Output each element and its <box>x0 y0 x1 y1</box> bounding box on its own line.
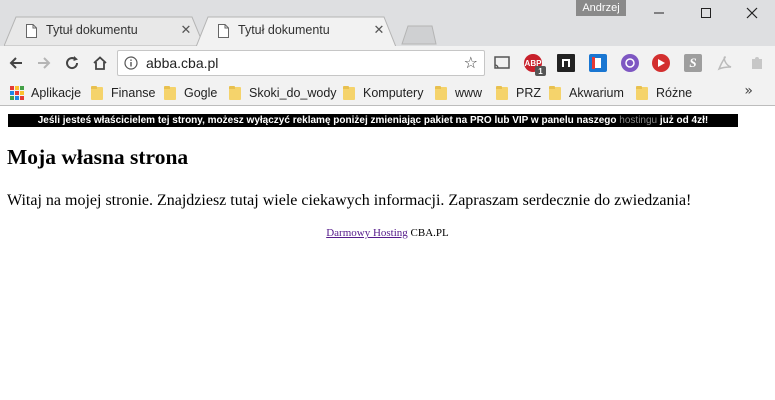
tab-2-active[interactable]: Tytuł dokumentu ✕ <box>196 16 396 47</box>
page-paragraph: Witaj na mojej stronie. Znajdziesz tutaj… <box>7 192 692 209</box>
cast-icon[interactable] <box>493 54 511 72</box>
bookmark-folder-komputery[interactable]: Komputery <box>343 84 423 102</box>
bookmark-label: PRZ <box>516 86 541 100</box>
ad-banner: Jeśli jesteś właścicielem tej strony, mo… <box>8 114 738 127</box>
title-bar: Andrzej Tytuł dokumentu ✕ Tytuł dokument… <box>0 0 775 47</box>
folder-icon <box>343 86 355 100</box>
folder-icon <box>164 86 176 100</box>
reload-button[interactable] <box>60 51 84 75</box>
back-button[interactable] <box>4 51 28 75</box>
new-tab-button[interactable] <box>398 16 438 46</box>
browser-chrome: Andrzej Tytuł dokumentu ✕ Tytuł dokument… <box>0 0 775 106</box>
bookmark-folder-prz[interactable]: PRZ <box>496 84 541 102</box>
folder-icon <box>496 86 508 100</box>
folder-icon <box>91 86 103 100</box>
info-icon[interactable] <box>124 56 138 70</box>
play-ext-icon[interactable] <box>652 54 670 72</box>
bookmark-folder-akwarium[interactable]: Akwarium <box>549 84 624 102</box>
tab-close-icon[interactable]: ✕ <box>179 24 193 38</box>
reload-icon <box>66 56 79 70</box>
home-icon <box>93 56 107 70</box>
address-bar[interactable]: abba.cba.pl ☆ <box>117 50 485 76</box>
s-ext-icon[interactable]: S <box>684 54 702 72</box>
pocket-icon[interactable] <box>589 54 607 72</box>
url-text[interactable]: abba.cba.pl <box>146 55 218 71</box>
profile-button[interactable]: Andrzej <box>576 0 626 16</box>
bookmark-label: Akwarium <box>569 86 624 100</box>
pdf-ext-icon[interactable] <box>716 54 734 72</box>
document-icon <box>218 24 229 38</box>
footer-brand: CBA.PL <box>410 227 449 239</box>
tab-title: Tytuł dokumentu <box>46 23 138 37</box>
bookmarks-overflow-button[interactable]: » <box>744 83 753 99</box>
footer: Darmowy Hosting CBA.PL <box>0 227 775 239</box>
tab-1[interactable]: Tytuł dokumentu ✕ <box>4 16 204 46</box>
minimize-button[interactable] <box>636 0 682 26</box>
hosting-link[interactable]: Darmowy Hosting <box>326 227 408 239</box>
circle-ext-icon[interactable] <box>621 54 639 72</box>
bookmark-label: www <box>455 86 483 100</box>
ad-hosting-link[interactable]: hostingu <box>619 115 657 126</box>
bookmark-label: Różne <box>656 86 693 100</box>
forward-button[interactable] <box>32 51 56 75</box>
home-button[interactable] <box>88 51 112 75</box>
apps-icon <box>10 86 24 100</box>
folder-icon <box>435 86 447 100</box>
bookmarks-bar: Aplikacje Finanse Gogle Skoki_do_wody Ko… <box>0 80 775 106</box>
new-tab-icon <box>401 25 437 45</box>
tab-close-icon[interactable]: ✕ <box>372 24 386 38</box>
bookmark-folder-www[interactable]: www <box>435 84 482 102</box>
puzzle-ext-icon[interactable] <box>748 54 766 72</box>
page-heading: Moja własna strona <box>7 145 189 169</box>
folder-icon <box>229 86 241 100</box>
back-arrow-icon <box>9 57 22 69</box>
bookmark-label: Finanse <box>111 86 156 100</box>
bookmark-label: Aplikacje <box>31 86 82 100</box>
bookmark-label: Gogle <box>184 86 218 100</box>
bookmark-folder-finanse[interactable]: Finanse <box>91 84 155 102</box>
maximize-icon <box>701 8 711 18</box>
bookmark-ext-icon[interactable] <box>557 54 575 72</box>
bookmark-label: Skoki_do_wody <box>249 86 337 100</box>
folder-icon <box>549 86 561 100</box>
maximize-button[interactable] <box>683 0 729 26</box>
forward-arrow-icon <box>38 57 51 69</box>
close-window-button[interactable] <box>729 0 775 26</box>
bookmark-folder-rozne[interactable]: Różne <box>636 84 692 102</box>
ad-text: Jeśli jesteś właścicielem tej strony, mo… <box>37 115 617 126</box>
bookmark-apps[interactable]: Aplikacje <box>10 84 81 102</box>
ad-text-end: już od 4zł! <box>659 115 709 126</box>
bookmark-folder-gogle[interactable]: Gogle <box>164 84 217 102</box>
adblock-badge: 1 <box>535 66 546 76</box>
document-icon <box>26 24 37 38</box>
minimize-icon <box>654 12 664 14</box>
bookmark-folder-skoki[interactable]: Skoki_do_wody <box>229 84 337 102</box>
bookmark-star-icon[interactable]: ☆ <box>464 54 478 72</box>
folder-icon <box>636 86 648 100</box>
bookmark-label: Komputery <box>363 86 424 100</box>
close-icon <box>746 7 758 19</box>
tab-title: Tytuł dokumentu <box>238 23 330 37</box>
